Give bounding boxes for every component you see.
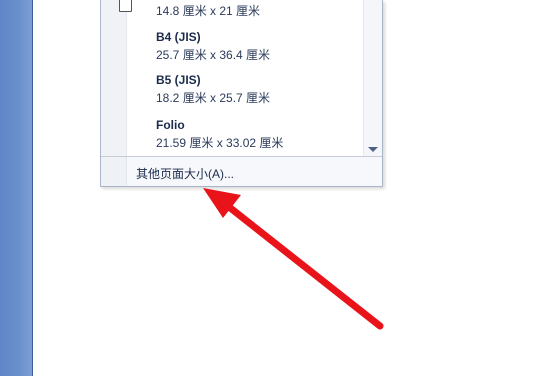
red-pointer-arrow xyxy=(203,188,384,330)
arrow-shaft xyxy=(220,199,384,330)
